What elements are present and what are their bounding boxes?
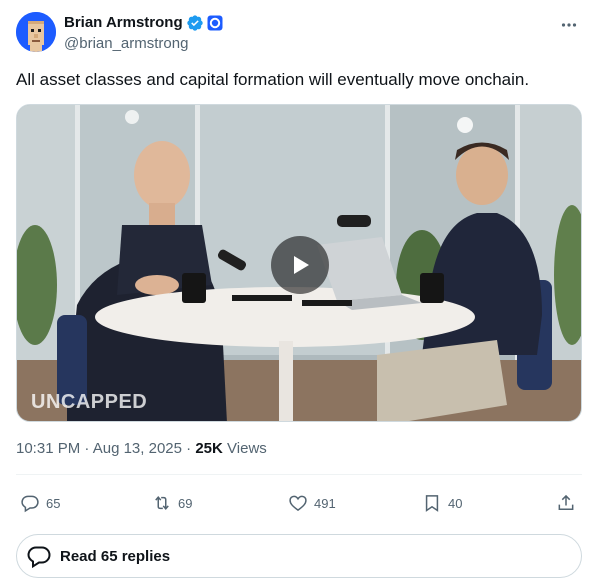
reply-icon — [21, 495, 39, 513]
pixel-punk-avatar-icon — [16, 12, 56, 52]
coinbase-badge-icon[interactable] — [207, 15, 223, 31]
video-player[interactable]: UNCAPPED — [16, 104, 582, 422]
repost-icon — [155, 496, 169, 510]
avatar[interactable] — [16, 12, 56, 52]
divider — [16, 474, 582, 475]
like-count: 491 — [314, 495, 336, 511]
play-button[interactable] — [271, 236, 329, 294]
tweet-text: All asset classes and capital formation … — [16, 70, 530, 89]
tweet-meta: 10:31 PM · Aug 13, 2025 · 25K Views — [16, 440, 267, 457]
action-bar: 65 69 491 40 — [16, 488, 582, 518]
like-button[interactable]: 491 — [288, 488, 336, 518]
read-replies-button[interactable]: Read 65 replies — [16, 534, 582, 578]
bookmark-count: 40 — [448, 495, 463, 511]
views-label: Views — [227, 440, 267, 457]
reply-button[interactable]: 65 — [20, 488, 60, 518]
verified-badge-icon[interactable] — [186, 14, 204, 32]
video-watermark: UNCAPPED — [31, 391, 148, 413]
meta-separator: · — [84, 440, 90, 457]
read-replies-label: Read 65 replies — [60, 547, 171, 565]
meta-separator: · — [186, 440, 192, 457]
tweet-date[interactable]: Aug 13, 2025 — [93, 440, 182, 457]
play-icon — [294, 256, 309, 274]
repost-count: 69 — [178, 495, 193, 511]
heart-icon — [289, 495, 307, 512]
share-icon — [558, 494, 574, 510]
tweet-time[interactable]: 10:31 PM — [16, 440, 80, 457]
reply-bubble-icon — [27, 546, 51, 569]
tweet-header: Brian Armstrong @brian_armstrong — [16, 12, 582, 54]
display-name[interactable]: Brian Armstrong — [64, 14, 183, 31]
reply-count: 65 — [46, 495, 61, 511]
bookmark-icon — [425, 495, 439, 512]
bookmark-button[interactable]: 40 — [422, 488, 462, 518]
repost-button[interactable]: 69 — [152, 488, 192, 518]
more-options-icon[interactable] — [558, 14, 580, 36]
handle[interactable]: @brian_armstrong — [64, 35, 223, 52]
share-button[interactable] — [556, 488, 576, 518]
views-count: 25K — [195, 440, 223, 457]
